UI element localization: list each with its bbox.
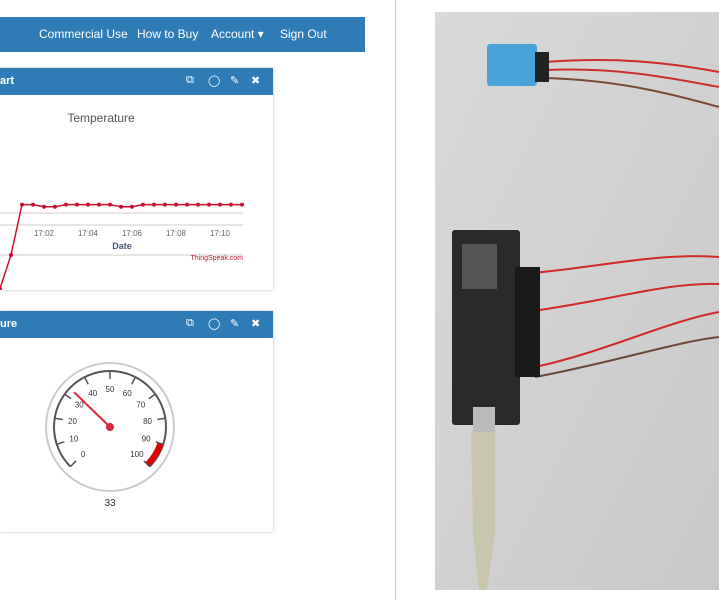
gauge-tick-label: 80 (143, 417, 152, 426)
nav-how-to-buy[interactable]: How to Buy (137, 27, 198, 41)
gauge-tick-label: 60 (123, 389, 132, 398)
data-point[interactable] (130, 204, 134, 209)
gauge-value: 33 (104, 498, 116, 509)
data-point[interactable] (64, 202, 68, 207)
external-link-icon[interactable]: ⧉ (186, 317, 194, 330)
gauge-panel-header: ure ⧉ ◯ ✎ ✖ (0, 311, 273, 338)
x-tick-label: 17:10 (210, 229, 231, 238)
gauge-tick-label: 90 (142, 435, 151, 444)
page-divider (395, 0, 396, 600)
data-point[interactable] (163, 202, 167, 207)
gauge-panel-title: ure (0, 318, 18, 330)
gauge-tick-label: 100 (130, 450, 144, 459)
top-nav: Commercial Use How to Buy Account ▾ Sign… (0, 17, 365, 52)
data-point[interactable] (97, 202, 101, 207)
pencil-icon[interactable]: ✎ (230, 317, 239, 330)
nav-commercial-use[interactable]: Commercial Use (39, 27, 128, 41)
gauge-tick-label: 20 (68, 417, 77, 426)
data-point[interactable] (9, 253, 13, 257)
hardware-photo (435, 12, 719, 590)
external-link-icon[interactable]: ⧉ (186, 74, 194, 87)
data-point[interactable] (20, 202, 24, 207)
data-point[interactable] (196, 202, 200, 207)
data-point[interactable] (108, 202, 112, 207)
close-icon[interactable]: ✖ (251, 74, 260, 87)
chart-panel-header: art ⧉ ◯ ✎ ✖ (0, 68, 273, 95)
x-tick-label: 17:06 (122, 229, 143, 238)
gauge-panel: ure ⧉ ◯ ✎ ✖ 0 10 20 30 40 50 60 70 80 90 100 33 (0, 311, 273, 532)
nav-sign-out[interactable]: Sign Out (280, 27, 327, 41)
temperature-gauge: 010203040 50 60708090100 33 (45, 362, 175, 509)
data-point[interactable] (229, 202, 233, 207)
gauge-pivot (106, 423, 114, 431)
data-point[interactable] (0, 286, 2, 290)
gauge-tick-label: 70 (136, 401, 145, 410)
comment-icon[interactable]: ◯ (208, 74, 220, 87)
temperature-chart: Temperature 17:02 17:04 17:06 17:08 17:10 Da… (0, 111, 244, 290)
pencil-icon[interactable]: ✎ (230, 74, 239, 87)
dht-sensor (487, 44, 537, 86)
data-point[interactable] (152, 202, 156, 207)
data-point[interactable] (185, 202, 189, 207)
close-icon[interactable]: ✖ (251, 317, 260, 330)
data-point[interactable] (174, 202, 178, 207)
chart-panel-title: art (0, 75, 15, 87)
gauge-tick-label: 0 (81, 450, 86, 459)
chart-panel: art ⧉ ◯ ✎ ✖ Temperature 17:02 17:04 17:06 1… (0, 68, 273, 290)
chart-title: Temperature (67, 111, 135, 125)
data-point[interactable] (53, 204, 57, 209)
x-tick-label: 17:08 (166, 229, 187, 238)
data-point[interactable] (218, 202, 222, 207)
x-tick-label: 17:02 (34, 229, 55, 238)
data-point[interactable] (119, 204, 123, 209)
data-point[interactable] (141, 202, 145, 207)
data-point[interactable] (75, 202, 79, 207)
thingspeak-credit[interactable]: ThingSpeak.com (190, 255, 243, 262)
x-axis-label: Date (112, 241, 132, 251)
nav-account-dropdown[interactable]: Account ▾ (211, 27, 264, 41)
gauge-tick-label: 50 (106, 385, 115, 394)
comment-icon[interactable]: ◯ (208, 317, 220, 330)
data-point[interactable] (207, 202, 211, 207)
data-point[interactable] (240, 202, 244, 207)
gauge-tick-label: 10 (69, 435, 78, 444)
data-point[interactable] (86, 202, 90, 207)
data-point[interactable] (42, 204, 46, 209)
x-tick-label: 17:04 (78, 229, 99, 238)
gauge-tick-label: 40 (88, 389, 97, 398)
data-point[interactable] (31, 202, 35, 207)
